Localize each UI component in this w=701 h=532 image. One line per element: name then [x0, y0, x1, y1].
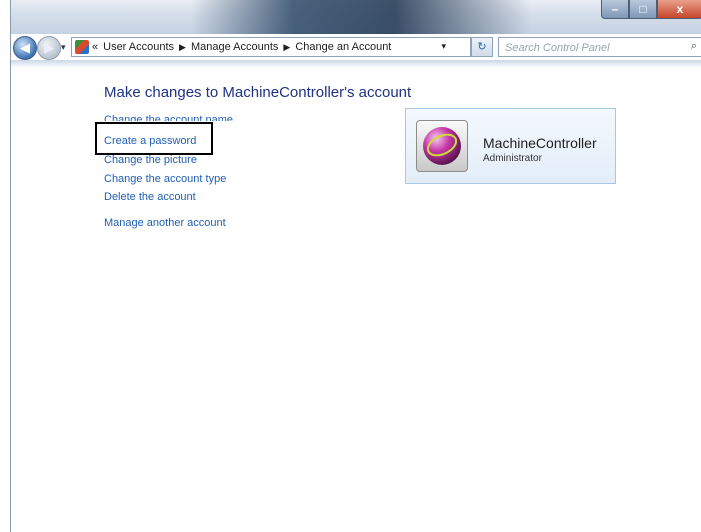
highlight-box [95, 122, 213, 155]
avatar [416, 120, 468, 172]
control-panel-window: – □ x ◀ ▶ ▾ « User Accounts ▶ Manage Acc… [10, 0, 701, 532]
back-button[interactable]: ◀ [13, 36, 37, 60]
breadcrumb-prefix[interactable]: « [92, 41, 98, 53]
maximize-button[interactable]: □ [629, 0, 657, 19]
window-controls: – □ x [601, 0, 701, 20]
refresh-button[interactable]: ↻ [471, 37, 493, 57]
page-title: Make changes to MachineController's acco… [104, 84, 412, 101]
account-card: MachineController Administrator [405, 108, 616, 184]
title-bar-glare [191, 0, 531, 34]
search-icon[interactable]: ⌕ [691, 40, 697, 53]
address-bar[interactable]: « User Accounts ▶ Manage Accounts ▶ Chan… [71, 37, 471, 57]
minimize-button[interactable]: – [601, 0, 629, 19]
address-dropdown-icon[interactable]: ▾ [441, 41, 446, 52]
account-name: MachineController [483, 135, 597, 151]
breadcrumb-manage-accounts[interactable]: Manage Accounts [191, 41, 278, 53]
navigation-bar: ◀ ▶ ▾ « User Accounts ▶ Manage Accounts … [11, 34, 701, 60]
breadcrumb-separator-icon[interactable]: ▶ [283, 42, 290, 53]
change-picture-link[interactable]: Change the picture [104, 154, 197, 167]
forward-button[interactable]: ▶ [37, 36, 61, 60]
change-account-name-link[interactable]: Change the account name [104, 114, 233, 121]
recent-pages-dropdown-icon[interactable]: ▾ [61, 42, 66, 53]
change-account-type-link[interactable]: Change the account type [104, 173, 226, 186]
delete-account-link[interactable]: Delete the account [104, 191, 196, 204]
main-content: Make changes to MachineController's acco… [11, 68, 701, 532]
search-input[interactable] [503, 39, 677, 57]
close-button[interactable]: x [657, 0, 701, 19]
breadcrumb-change-an-account[interactable]: Change an Account [295, 41, 391, 53]
title-bar: – □ x [11, 0, 701, 34]
breadcrumb-separator-icon[interactable]: ▶ [179, 42, 186, 53]
control-panel-icon [75, 40, 89, 54]
nav-divider [11, 60, 701, 68]
breadcrumb-user-accounts[interactable]: User Accounts [103, 41, 174, 53]
account-role: Administrator [483, 153, 542, 164]
search-box[interactable]: ⌕ [498, 37, 701, 57]
manage-another-account-link[interactable]: Manage another account [104, 217, 226, 230]
